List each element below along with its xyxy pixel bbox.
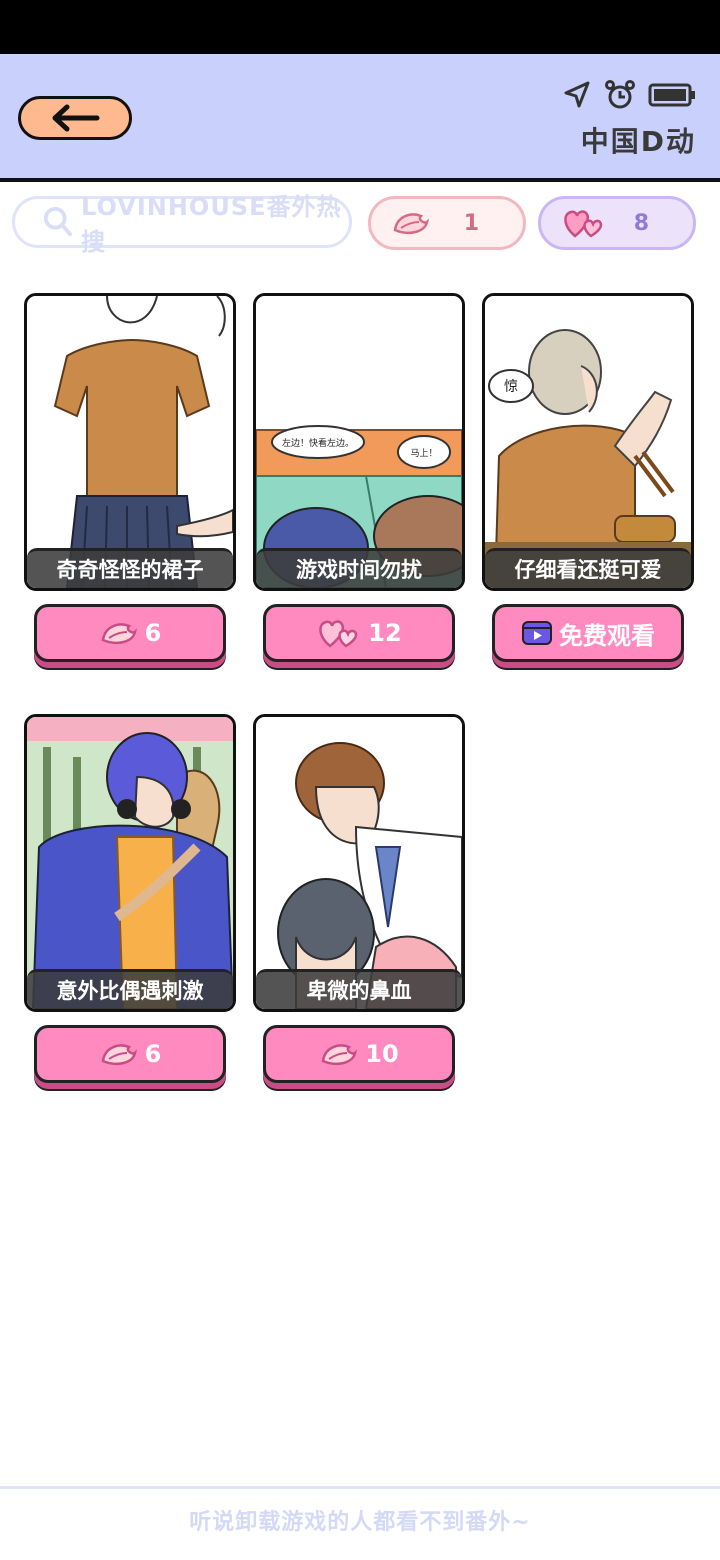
episode-card-5[interactable]: 卑微的鼻血 (253, 714, 465, 1012)
free-watch-button[interactable]: 免费观看 (492, 604, 684, 662)
search-bar[interactable]: LOVINHOUSE番外热搜 (12, 193, 352, 256)
unlock-button-4[interactable]: 6 (34, 1025, 226, 1083)
speech-bubble-1: 左边！快看左边。 (282, 437, 354, 449)
speech-bubble-2: 马上！ (410, 448, 437, 459)
search-label: LOVINHOUSE番外热搜 (81, 193, 342, 256)
petal-count: 1 (463, 211, 479, 236)
unlock-price: 12 (368, 619, 402, 647)
hearts-icon (319, 620, 358, 648)
unlock-price: 6 (144, 619, 162, 647)
heart-count: 8 (633, 211, 649, 236)
card-title: 游戏时间勿扰 (256, 548, 462, 588)
card-title: 意外比偶遇刺激 (27, 969, 233, 1009)
petal-counter[interactable]: 1 (368, 196, 526, 250)
unlock-button-2[interactable]: 12 (263, 604, 455, 662)
search-icon (43, 206, 73, 237)
free-watch-label: 免费观看 (559, 621, 655, 650)
footer-divider (0, 1486, 720, 1489)
unlock-price: 6 (144, 1040, 162, 1068)
card-illustration (256, 717, 462, 1009)
header-bar: 中国D动 (0, 54, 720, 182)
heart-counter[interactable]: 8 (538, 196, 696, 250)
status-bar (0, 0, 720, 54)
card-title: 奇奇怪怪的裙子 (27, 548, 233, 588)
card-title: 仔细看还挺可爱 (485, 548, 691, 588)
petal-icon (101, 1044, 137, 1065)
exclamation-text: 惊 (504, 379, 518, 395)
header-icons (562, 80, 698, 110)
alarm-clock-icon (605, 80, 635, 109)
episode-card-3[interactable]: 惊 仔细看还挺可爱 (482, 293, 694, 591)
battery-icon (648, 83, 695, 107)
petal-icon (101, 623, 137, 644)
video-icon (522, 621, 552, 645)
card-title: 卑微的鼻血 (256, 969, 462, 1009)
hearts-icon (564, 210, 603, 238)
location-arrow-icon (564, 81, 590, 108)
episode-card-2[interactable]: 左边！快看左边。 马上！ 游戏时间勿扰 (253, 293, 465, 591)
footer-note: 听说卸载游戏的人都看不到番外~ (189, 1510, 531, 1535)
unlock-button-1[interactable]: 6 (34, 604, 226, 662)
card-illustration (27, 296, 233, 588)
episode-card-4[interactable]: 意外比偶遇刺激 (24, 714, 236, 1012)
arrow-left-icon (52, 104, 100, 132)
petal-icon (321, 1044, 358, 1065)
petal-icon (393, 213, 430, 234)
card-illustration: 惊 (485, 296, 691, 588)
unlock-button-5[interactable]: 10 (263, 1025, 455, 1083)
header-status-label: 中国D动 (580, 125, 696, 158)
back-button[interactable] (18, 96, 132, 140)
episode-card-1[interactable]: 奇奇怪怪的裙子 (24, 293, 236, 591)
card-illustration (27, 717, 233, 1009)
card-illustration: 左边！快看左边。 马上！ (256, 296, 462, 588)
unlock-price: 10 (365, 1040, 399, 1068)
